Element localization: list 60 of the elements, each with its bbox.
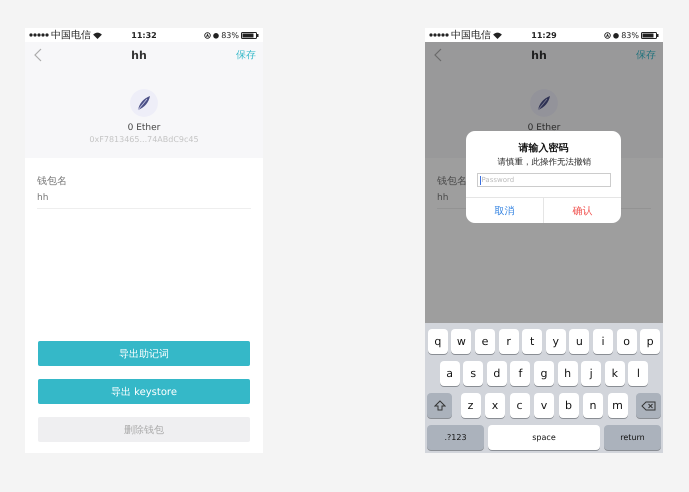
wifi-icon <box>493 32 502 38</box>
letter-key[interactable]: r <box>498 329 519 354</box>
dialog-title: 请输入密码 <box>518 142 568 155</box>
letter-key[interactable]: e <box>475 329 496 354</box>
letter-key[interactable]: i <box>592 329 613 354</box>
wallet-avatar-icon <box>130 89 158 117</box>
location-icon <box>604 32 612 38</box>
letter-key[interactable]: x <box>485 393 505 418</box>
signal-icon <box>29 33 49 37</box>
battery-percent: 83% <box>221 30 239 40</box>
nav-title: hh <box>131 48 147 62</box>
battery-icon <box>241 32 259 38</box>
letter-key[interactable]: n <box>583 393 603 418</box>
battery-icon <box>641 32 659 38</box>
shift-icon <box>434 400 446 411</box>
location-icon <box>204 32 212 38</box>
field-label: 钱包名 <box>437 175 467 188</box>
letter-key[interactable]: m <box>608 393 628 418</box>
dialog-message: 请慎重，此操作无法撤销 <box>496 156 590 168</box>
letter-key[interactable]: a <box>440 361 460 386</box>
wallet-balance: 0 Ether <box>128 123 160 133</box>
letter-key[interactable]: y <box>546 329 566 354</box>
backspace-icon <box>641 400 656 410</box>
letter-key[interactable]: p <box>640 329 660 354</box>
confirm-button[interactable]: 确认 <box>543 198 621 223</box>
letter-key[interactable]: b <box>558 393 578 418</box>
field-label: 钱包名 <box>37 175 67 188</box>
nav-title: hh <box>531 48 547 62</box>
wallet-balance: 0 Ether <box>528 123 560 133</box>
space-key[interactable]: space <box>488 425 600 450</box>
status-time: 11:32 <box>131 30 157 40</box>
battery-percent: 83% <box>621 30 639 40</box>
letter-key[interactable]: l <box>628 361 648 386</box>
return-key[interactable]: return <box>604 425 661 450</box>
letter-key[interactable]: c <box>510 393 530 418</box>
letter-key[interactable]: d <box>486 361 507 386</box>
wifi-icon <box>93 32 102 38</box>
letter-key[interactable]: q <box>428 329 448 354</box>
letter-key[interactable]: o <box>616 329 637 354</box>
letter-key[interactable]: j <box>581 361 602 386</box>
letter-key[interactable]: h <box>558 361 578 386</box>
letter-key[interactable]: u <box>569 329 590 354</box>
letter-key[interactable]: f <box>510 361 530 386</box>
carrier-name: 中国电信 <box>451 28 491 42</box>
status-time: 11:29 <box>531 30 557 40</box>
shift-key[interactable] <box>427 393 452 418</box>
letter-key[interactable]: s <box>463 361 484 386</box>
letter-key[interactable]: g <box>534 361 554 386</box>
signal-icon <box>429 33 449 37</box>
cancel-button[interactable]: 取消 <box>466 198 543 223</box>
numbers-key[interactable]: .?123 <box>427 425 484 450</box>
letter-key[interactable]: k <box>604 361 625 386</box>
wallet-name-field[interactable]: hh <box>37 193 48 208</box>
letter-key[interactable]: t <box>522 329 542 354</box>
carrier-name: 中国电信 <box>51 28 91 42</box>
letter-key[interactable]: z <box>460 393 480 418</box>
letter-key[interactable]: v <box>534 393 554 418</box>
letter-key[interactable]: w <box>451 329 472 354</box>
delete-key[interactable] <box>636 393 661 418</box>
wallet-avatar-icon <box>530 89 558 117</box>
